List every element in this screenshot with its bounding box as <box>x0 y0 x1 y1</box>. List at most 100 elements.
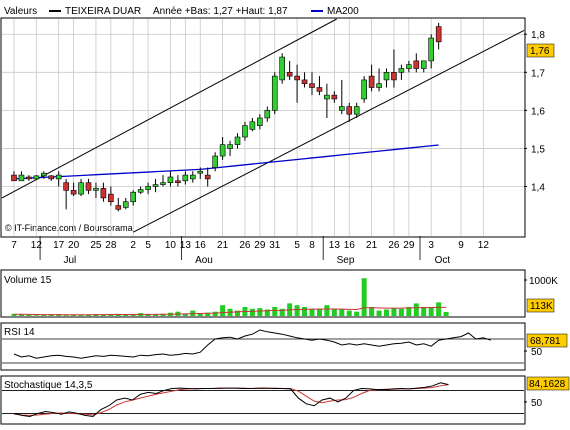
candle-up <box>167 176 174 184</box>
candle-up <box>338 106 345 111</box>
x-tick-label: 2 <box>130 240 136 251</box>
rsi-badge-label: 68,781 <box>530 336 561 347</box>
x-tick-label: 29 <box>403 240 415 251</box>
candle-up <box>406 64 412 69</box>
volume-bar <box>33 315 39 316</box>
price-badge-label: 1,76 <box>530 46 550 57</box>
volume-bar <box>257 308 263 316</box>
x-tick-label: 28 <box>105 240 117 251</box>
candle-up <box>145 186 151 190</box>
candle-up <box>361 79 367 100</box>
volume-bar <box>331 308 337 316</box>
candle-down <box>100 188 107 199</box>
stochastic-tick-label: 50 <box>531 398 543 409</box>
candle-down <box>286 71 293 77</box>
x-tick-label: 26 <box>388 240 400 251</box>
x-tick-label: 5 <box>294 240 300 251</box>
price-tick-label: 1,8 <box>531 30 545 41</box>
candle-up <box>130 191 136 203</box>
candle-up <box>242 125 248 138</box>
candle-up <box>257 117 263 126</box>
candle-down <box>48 175 55 180</box>
candle-up <box>152 184 159 187</box>
candle-down <box>368 75 375 88</box>
candle-down <box>85 182 92 191</box>
x-tick-label: 12 <box>31 240 43 251</box>
volume-bar <box>302 307 308 316</box>
x-tick-label: 16 <box>195 240 207 251</box>
rsi-title: RSI 14 <box>4 327 35 338</box>
volume-tick-label: 1000K <box>529 276 558 287</box>
volume-bar <box>63 315 69 316</box>
candle-up <box>219 144 226 157</box>
volume-bar <box>421 307 427 316</box>
volume-bar <box>443 311 449 316</box>
header-instrument: TEIXEIRA DUAR <box>65 6 141 17</box>
candle-down <box>108 193 114 203</box>
candle-down <box>11 174 17 182</box>
x-tick-label: 20 <box>68 240 80 251</box>
volume-bar <box>384 309 389 316</box>
volume-panel <box>0 269 526 318</box>
stochastic-title: Stochastique 14,3,5 <box>4 380 93 391</box>
x-tick-label: 31 <box>269 240 281 251</box>
month-label: Sep <box>337 255 355 266</box>
candle-down <box>115 205 122 210</box>
x-tick-label: 13 <box>329 240 341 251</box>
volume-bar <box>354 311 360 316</box>
candle-down <box>63 182 69 191</box>
candle-up <box>353 106 360 115</box>
volume-bar <box>26 314 32 316</box>
candle-down <box>413 60 420 69</box>
month-label: Aou <box>195 255 213 266</box>
price-tick-label: 1,6 <box>531 106 545 117</box>
candle-up <box>279 56 286 81</box>
volume-bar <box>212 311 218 316</box>
candle-down <box>316 87 323 92</box>
volume-bar <box>398 308 404 316</box>
candle-up <box>376 83 382 88</box>
candle-up <box>40 172 47 177</box>
volume-bar <box>346 310 352 316</box>
volume-bar <box>436 302 442 316</box>
price-tick-label: 1,5 <box>531 144 545 155</box>
volume-bar <box>294 305 300 316</box>
volume-bar <box>428 307 434 316</box>
candle-up <box>160 182 166 185</box>
volume-badge-label: 113K <box>530 301 553 312</box>
price-tick-label: 1,4 <box>531 183 545 194</box>
candle-down <box>435 26 442 43</box>
x-tick-label: 12 <box>478 240 490 251</box>
volume-bar <box>309 308 315 316</box>
x-tick-label: 5 <box>145 240 151 251</box>
candle-down <box>294 75 300 81</box>
volume-bar <box>339 309 345 316</box>
volume-bar <box>361 278 367 316</box>
volume-title: Volume 15 <box>4 275 52 286</box>
candle-down <box>391 71 397 81</box>
candle-up <box>249 121 256 130</box>
x-tick-label: 13 <box>180 240 192 251</box>
header-range: Année +Bas: 1,27 +Haut: 1,87 <box>153 6 288 17</box>
candle-up <box>55 174 62 180</box>
header-prefix: Valeurs <box>4 6 37 17</box>
volume-bar <box>369 307 375 316</box>
x-tick-label: 16 <box>344 240 356 251</box>
x-tick-label: 26 <box>239 240 251 251</box>
main-panel <box>0 17 526 238</box>
x-tick-label: 9 <box>458 240 464 251</box>
volume-bar <box>249 308 255 316</box>
candle-up <box>197 170 204 174</box>
stock-chart: Valeurs TEIXEIRA DUAR Année +Bas: 1,27 +… <box>0 6 570 425</box>
x-tick-label: 21 <box>366 240 378 251</box>
candle-up <box>264 110 271 119</box>
month-label: Oct <box>435 255 451 266</box>
candle-up <box>398 68 405 73</box>
candle-up <box>227 144 233 149</box>
volume-bar <box>272 307 278 316</box>
x-tick-label: 8 <box>309 240 315 251</box>
candle-up <box>324 94 330 100</box>
volume-bar <box>316 308 322 316</box>
month-label: Jul <box>63 255 76 266</box>
candle-up <box>18 174 25 182</box>
